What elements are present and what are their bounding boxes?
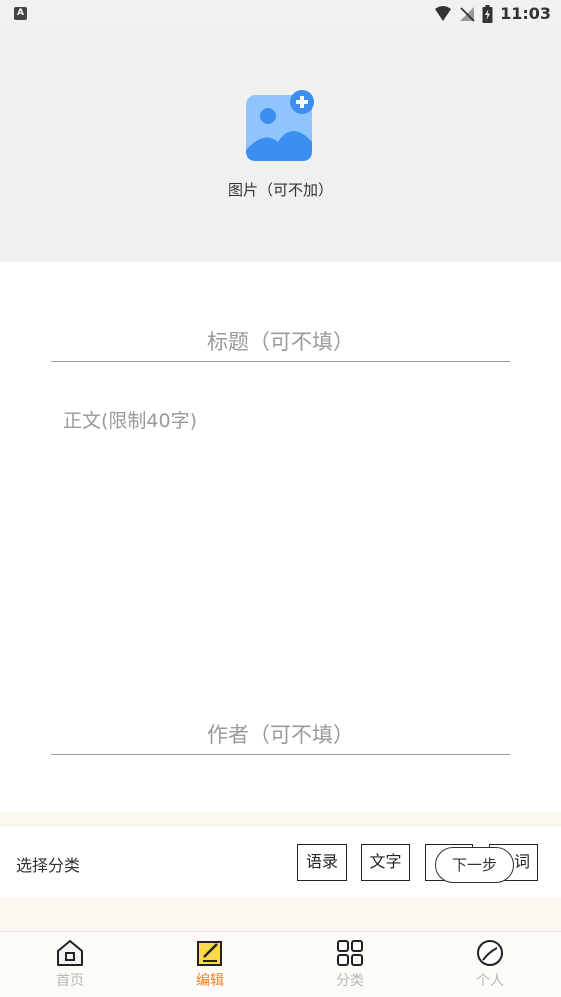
battery-icon xyxy=(482,4,493,23)
home-icon xyxy=(57,940,83,966)
profile-icon xyxy=(477,940,503,966)
nav-label-category: 分类 xyxy=(336,973,364,989)
category-option-quotes[interactable]: 语录 xyxy=(297,844,347,881)
image-picker-area[interactable]: 图片（可不加） xyxy=(0,28,561,262)
wifi-icon xyxy=(435,5,452,21)
category-option-text[interactable]: 文字 xyxy=(361,844,410,881)
nav-item-edit[interactable]: 编辑 xyxy=(170,938,250,990)
nav-label-profile: 个人 xyxy=(476,973,504,989)
nav-item-category[interactable]: 分类 xyxy=(310,938,390,990)
bottom-nav: 首页 编辑 分类 个人 xyxy=(0,931,561,997)
grid-icon xyxy=(337,940,363,966)
author-input[interactable]: 作者（可不填） xyxy=(51,711,510,755)
nav-label-home: 首页 xyxy=(56,973,84,989)
body-textarea[interactable]: 正文(限制40字) xyxy=(63,406,503,686)
divider-strip-bottom xyxy=(0,897,561,931)
divider-strip xyxy=(0,812,561,827)
edit-icon xyxy=(197,941,222,966)
status-bar: A 11:03 xyxy=(0,0,561,28)
notification-badge: A xyxy=(14,7,27,20)
next-step-button[interactable]: 下一步 xyxy=(435,847,514,883)
no-signal-icon xyxy=(460,6,475,22)
status-icons: 11:03 xyxy=(434,4,551,23)
clock: 11:03 xyxy=(500,4,551,23)
add-image-icon[interactable] xyxy=(244,90,316,162)
nav-item-home[interactable]: 首页 xyxy=(30,938,110,990)
edit-page: A 11:03 图片（可不加） 标题（可不填） 正文(限制40字) 作者（可不填… xyxy=(0,0,561,997)
image-caption: 图片（可不加） xyxy=(227,181,333,199)
nav-item-profile[interactable]: 个人 xyxy=(450,938,530,990)
category-label: 选择分类 xyxy=(16,856,81,875)
title-input[interactable]: 标题（可不填） xyxy=(51,318,510,362)
nav-label-edit: 编辑 xyxy=(196,973,224,989)
category-row: 选择分类 语录 文字 词 下一步 xyxy=(0,827,561,897)
